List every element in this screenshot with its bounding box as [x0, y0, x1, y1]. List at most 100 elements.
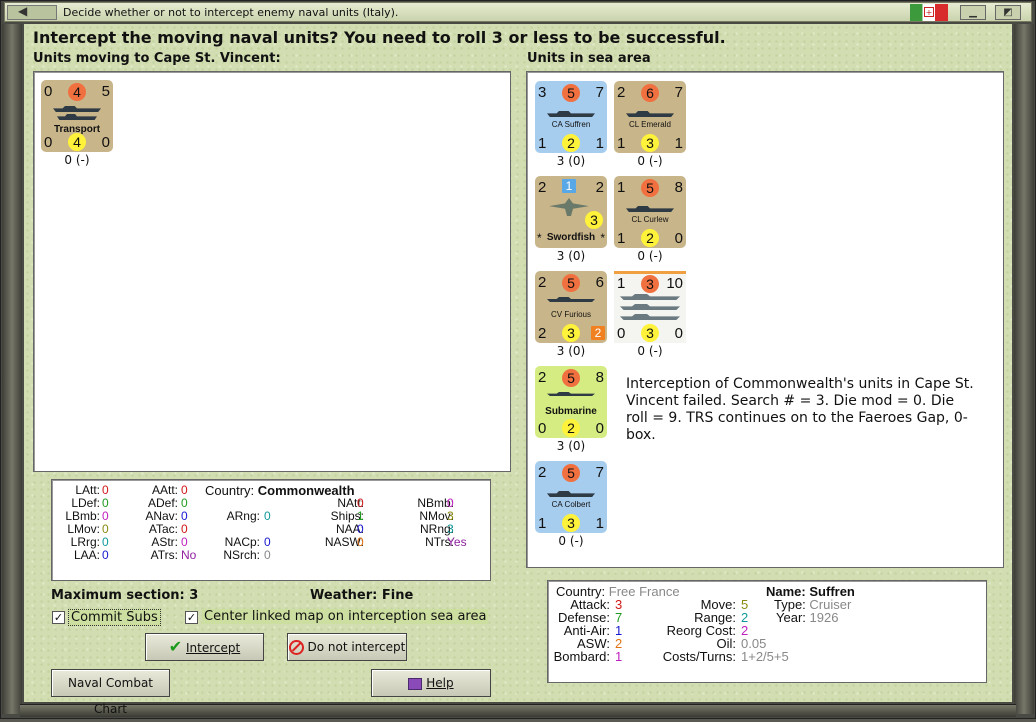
stat-label: NAtt:	[337, 496, 364, 510]
unit-stat: 2	[538, 369, 547, 386]
stat-value: 0	[102, 548, 109, 562]
stat-label: AAtt:	[151, 483, 178, 497]
stat-label: NASW:	[324, 535, 364, 549]
unit-name: Swordfish	[546, 232, 596, 243]
unit-stat: 1	[595, 135, 604, 152]
unit-counter-ca-colbert[interactable]: 2 5 7 CA Colbert 1 3 1	[535, 461, 607, 533]
biplane-icon	[549, 198, 589, 216]
unit-stat: 2	[538, 464, 547, 481]
moving-units-panel[interactable]: 0 4 5 Transport 0 4 0 0 (-)	[33, 71, 511, 472]
unit-counter-ca-suffren[interactable]: 3 5 7 CA Suffren 1 2 1	[535, 81, 607, 153]
unit-stat: 6	[641, 84, 659, 102]
unit-stat: 3	[641, 134, 659, 152]
stat-label: ADef:	[147, 496, 178, 510]
title-bar: ◀ Decide whether or not to intercept ene…	[4, 2, 1032, 22]
unit-stat: 2	[538, 274, 547, 291]
unit-stat: 7	[595, 84, 604, 101]
naval-combat-chart-button[interactable]: Naval Combat Chart	[51, 669, 170, 716]
unit-stat: 3	[641, 324, 659, 342]
unit-counter-convoy-stack[interactable]: 1 3 10 0 3 0	[614, 271, 686, 343]
dialog-heading: Intercept the moving naval units? You ne…	[33, 28, 726, 47]
commit-subs-checkbox[interactable]: ✓	[52, 611, 65, 624]
unit-stat: 0	[674, 325, 683, 342]
stat-value: 0	[181, 509, 188, 523]
unit-status: 3 (0)	[556, 249, 586, 263]
unit-status: 0 (-)	[558, 534, 584, 548]
right-border	[1014, 24, 1034, 714]
unit-stat: 6	[595, 274, 604, 291]
unit-stat: 3	[538, 84, 547, 101]
stat-value: 1	[357, 509, 364, 523]
unit-stat: 2	[562, 134, 580, 152]
unit-status: 0 (-)	[637, 249, 663, 263]
unit-stat: 8	[674, 179, 683, 196]
unit-counter-transport[interactable]: 0 4 5 Transport 0 4 0	[41, 80, 113, 152]
unit-name: CA Colbert	[551, 500, 591, 509]
unit-stat: 10	[666, 275, 683, 292]
stat-label: Ships:	[330, 509, 364, 523]
stat-label: LAtt:	[75, 483, 100, 497]
stat-value: No	[181, 548, 197, 562]
unit-stat: 1	[562, 179, 576, 193]
stat-value: 0	[181, 522, 188, 536]
unit-stat: 0	[538, 420, 547, 437]
commit-subs-label[interactable]: Commit Subs	[68, 609, 161, 626]
unit-stat: 0	[674, 230, 683, 247]
stat-value: 0	[357, 522, 364, 536]
do-not-intercept-button[interactable]: Do not intercept	[287, 633, 407, 661]
minimize-button[interactable]: ▁	[960, 5, 986, 20]
maximum-section: Maximum section: 3	[51, 588, 199, 603]
stat-value: 0	[102, 483, 109, 497]
country-stats-panel: LAtt: 0 LDef: 0 LBmb: 0 LMov: 0 LRrg: 0 LAA: 0 AAtt:…	[51, 479, 491, 581]
unit-counter-cv-furious[interactable]: 2 5 6 CV Furious 2 3 2	[535, 271, 607, 343]
stat-value: 0	[102, 535, 109, 549]
center-map-checkbox[interactable]: ✓	[185, 611, 198, 624]
unit-stat: 1	[617, 179, 626, 196]
book-icon	[408, 677, 423, 690]
unit-status: 0 (-)	[637, 154, 663, 168]
unit-stat: 4	[68, 133, 86, 151]
do-not-intercept-button-label: Do not intercept	[307, 640, 406, 654]
stat-value: 0	[447, 496, 454, 510]
left-border	[2, 24, 22, 714]
unit-status: 3 (0)	[556, 439, 586, 453]
unit-stat: 0	[617, 325, 626, 342]
intercept-button[interactable]: ✔ Intercept	[145, 633, 264, 661]
detail-year: Year: 1926	[776, 610, 838, 625]
stat-label: NTrs:	[425, 535, 454, 549]
country-field: Country: Commonwealth	[205, 483, 355, 498]
transport-ship-icon	[57, 114, 97, 120]
unit-stat: 5	[562, 84, 580, 102]
unit-stat: 1	[674, 135, 683, 152]
stat-label: NMov:	[419, 509, 454, 523]
center-map-label[interactable]: Center linked map on interception sea ar…	[202, 609, 489, 624]
unit-stat: 3	[562, 514, 580, 532]
interception-result-message: Interception of Commonwealth's units in …	[626, 376, 974, 443]
help-button[interactable]: Help	[371, 669, 491, 697]
unit-stat: *	[600, 231, 605, 245]
unit-status: 0 (-)	[64, 153, 90, 167]
sea-area-panel[interactable]: 3 5 7 CA Suffren 1 2 1 3 (0) 2 6 7 CL Em…	[526, 71, 1004, 568]
no-entry-icon	[288, 640, 304, 655]
unit-stat: 8	[595, 369, 604, 386]
unit-counter-submarine[interactable]: 2 5 8 Submarine 0 2 0	[535, 366, 607, 438]
cruiser-ship-icon	[547, 111, 595, 117]
arrow-left-icon: ◀	[18, 4, 28, 18]
window-menu-button[interactable]: ◀	[7, 4, 57, 20]
stat-label: LAA:	[73, 548, 100, 562]
intercept-button-label: Intercept	[186, 641, 241, 655]
stat-value: 0	[181, 535, 188, 549]
stat-label: LBmb:	[65, 509, 100, 523]
unit-counter-cl-curlew[interactable]: 1 5 8 CL Curlew 1 2 0	[614, 176, 686, 248]
stat-label: NBmb:	[417, 496, 454, 510]
country-label: Country:	[205, 483, 255, 498]
detail-stat-value: 1+2/5+5	[741, 649, 789, 664]
unit-stat: 5	[562, 464, 580, 482]
detail-year-label: Year:	[776, 610, 806, 625]
unit-counter-cl-emerald[interactable]: 2 6 7 CL Emerald 1 3 1	[614, 81, 686, 153]
unit-counter-swordfish[interactable]: 2 1 2 3 Swordfish * *	[535, 176, 607, 248]
maximize-button[interactable]: ◩	[995, 5, 1021, 20]
unit-stat: 2	[591, 326, 605, 340]
stat-value: Yes	[447, 535, 467, 549]
unit-stat: 2	[538, 325, 547, 342]
